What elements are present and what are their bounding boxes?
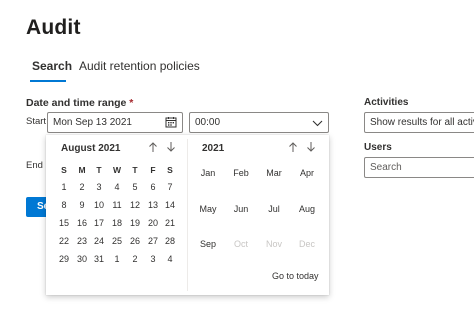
next-month-arrow-down-icon[interactable]	[165, 140, 177, 154]
day-cell[interactable]: 3	[91, 182, 107, 192]
day-cell[interactable]: 10	[91, 200, 107, 210]
day-cell[interactable]: 23	[74, 236, 90, 246]
required-marker: *	[129, 97, 134, 109]
calendar-icon[interactable]	[165, 116, 177, 131]
weekday-header: F	[150, 165, 156, 175]
weekday-header: W	[112, 165, 122, 175]
page-title: Audit	[26, 16, 81, 39]
day-cell[interactable]: 11	[109, 200, 125, 210]
weekday-header: M	[78, 165, 86, 175]
day-cell[interactable]: 29	[56, 254, 72, 264]
month-title: August 2021	[61, 143, 121, 154]
day-cell[interactable]: 28	[162, 236, 178, 246]
end-label: End	[26, 160, 43, 171]
day-cell[interactable]: 21	[162, 218, 178, 228]
month-cell[interactable]: Sep	[193, 239, 223, 249]
day-cell[interactable]: 13	[145, 200, 161, 210]
day-cell[interactable]: 8	[56, 200, 72, 210]
tab-audit-retention-policies[interactable]: Audit retention policies	[79, 59, 200, 73]
day-cell[interactable]: 24	[91, 236, 107, 246]
date-range-label: Date and time range *	[26, 97, 133, 109]
users-search-input[interactable]: Search	[364, 157, 474, 178]
day-cell[interactable]: 26	[127, 236, 143, 246]
day-cell[interactable]: 30	[74, 254, 90, 264]
day-cell[interactable]: 22	[56, 236, 72, 246]
day-cell[interactable]: 20	[145, 218, 161, 228]
day-cell[interactable]: 27	[145, 236, 161, 246]
activities-value: Show results for all activities	[370, 117, 474, 128]
weekday-header: S	[61, 165, 67, 175]
month-cell[interactable]: Mar	[259, 168, 289, 178]
start-date-value: Mon Sep 13 2021	[53, 117, 132, 128]
day-cell[interactable]: 2	[74, 182, 90, 192]
tab-search[interactable]: Search	[32, 59, 72, 73]
start-label: Start	[26, 116, 47, 127]
day-cell[interactable]: 2	[127, 254, 143, 264]
activities-label: Activities	[364, 97, 409, 108]
start-time-value: 00:00	[195, 117, 221, 128]
month-cell: Oct	[233, 239, 248, 249]
weekday-header: T	[96, 165, 102, 175]
start-date-picker[interactable]: Mon Sep 13 2021	[47, 112, 183, 133]
day-cell[interactable]: 31	[91, 254, 107, 264]
chevron-down-icon	[312, 118, 323, 131]
day-cell[interactable]: 15	[56, 218, 72, 228]
month-cell[interactable]: Aug	[292, 204, 322, 214]
day-cell[interactable]: 1	[109, 254, 125, 264]
day-cell[interactable]: 5	[127, 182, 143, 192]
day-cell[interactable]: 12	[127, 200, 143, 210]
day-cell[interactable]: 25	[109, 236, 125, 246]
month-cell[interactable]: May	[193, 204, 223, 214]
start-time-dropdown[interactable]: 00:00	[189, 112, 329, 133]
date-picker-popup: August 2021 S M T W T F S 1 2 3 4 5 6 7 8 9 10 11 12 13 14 15…	[46, 135, 329, 295]
month-cell[interactable]: Jul	[259, 204, 289, 214]
weekday-header: T	[132, 165, 138, 175]
day-cell[interactable]: 6	[145, 182, 161, 192]
users-placeholder: Search	[370, 162, 402, 173]
previous-month-arrow-up-icon[interactable]	[147, 140, 159, 154]
next-year-arrow-down-icon[interactable]	[305, 140, 317, 154]
day-cell[interactable]: 4	[162, 254, 178, 264]
weekday-header: S	[167, 165, 173, 175]
active-tab-indicator	[30, 80, 66, 82]
day-cell[interactable]: 7	[162, 182, 178, 192]
previous-year-arrow-up-icon[interactable]	[287, 140, 299, 154]
users-label: Users	[364, 142, 392, 153]
go-to-today-link[interactable]: Go to today	[272, 271, 319, 281]
day-cell[interactable]: 14	[162, 200, 178, 210]
month-cell[interactable]: Jun	[226, 204, 256, 214]
month-cell: Nov	[265, 239, 282, 249]
year-title: 2021	[202, 143, 225, 154]
day-cell[interactable]: 3	[145, 254, 161, 264]
activities-dropdown[interactable]: Show results for all activities	[364, 112, 474, 133]
day-cell[interactable]: 9	[74, 200, 90, 210]
month-cell[interactable]: Apr	[292, 168, 322, 178]
date-range-label-text: Date and time range	[26, 97, 127, 109]
month-cell: Dec	[298, 239, 315, 249]
day-cell[interactable]: 4	[109, 182, 125, 192]
day-cell[interactable]: 16	[74, 218, 90, 228]
calendar-divider	[187, 139, 188, 291]
month-cell[interactable]: Feb	[226, 168, 256, 178]
day-cell[interactable]: 1	[56, 182, 72, 192]
day-cell[interactable]: 19	[127, 218, 143, 228]
day-cell[interactable]: 17	[91, 218, 107, 228]
day-cell[interactable]: 18	[109, 218, 125, 228]
month-cell[interactable]: Jan	[193, 168, 223, 178]
